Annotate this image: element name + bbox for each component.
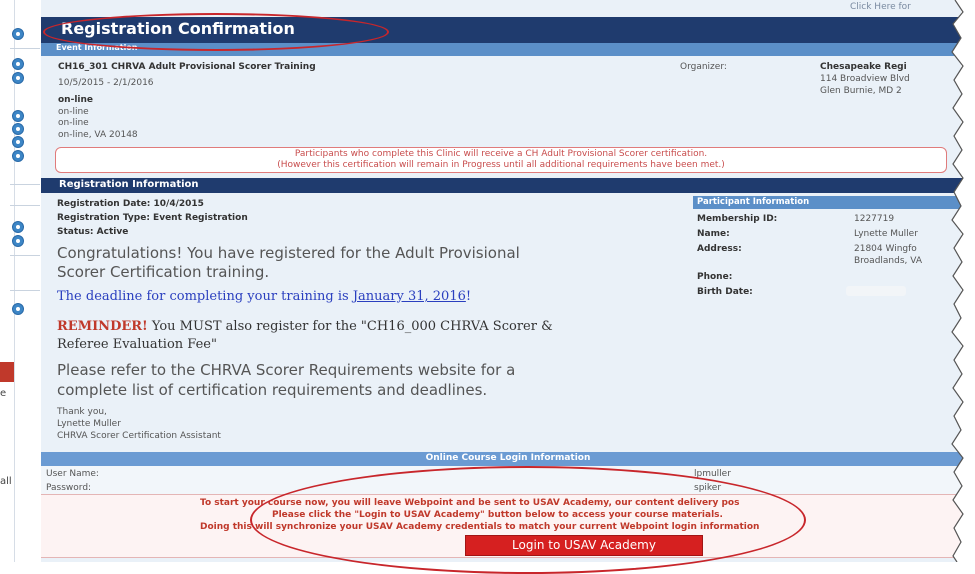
left-red-marker [0,362,14,382]
event-location-line: on-line [58,107,89,117]
expand-circle-icon[interactable] [12,235,24,247]
registration-date: Registration Date: 10/4/2015 [57,199,204,209]
expand-circle-icon[interactable] [12,136,24,148]
redacted-value [846,286,906,296]
course-start-text: Doing this will synchronize your USAV Ac… [200,522,760,532]
name-value: Lynette Muller [854,229,918,239]
registration-status: Status: Active [57,227,129,237]
deadline-prefix: The deadline for completing your trainin… [57,289,353,304]
signer-name: Lynette Muller [57,419,121,429]
credentials-area [41,466,975,494]
event-location-line: on-line [58,118,89,128]
event-location-line: on-line, VA 20148 [58,130,138,140]
membership-value: 1227719 [854,214,895,224]
online-course-label: Online Course Login Information [425,453,591,463]
signer-title: CHRVA Scorer Certification Assistant [57,431,221,441]
requirements-text: complete list of certification requireme… [57,381,488,399]
thanks-text: Thank you, [57,407,107,417]
address-label: Address: [697,244,742,254]
phone-label: Phone: [697,272,733,282]
name-label: Name: [697,229,730,239]
expand-circle-icon[interactable] [12,110,24,122]
membership-label: Membership ID: [697,214,778,224]
left-edge-text: e [0,388,7,399]
registration-type: Registration Type: Event Registration [57,213,248,223]
expand-circle-icon[interactable] [12,123,24,135]
event-location-title: on-line [58,95,94,105]
divider [10,290,40,291]
organizer-label: Organizer: [680,62,727,72]
left-edge-text: all [0,476,12,487]
divider [10,205,40,206]
congratulations-text: Congratulations! You have registered for… [57,244,520,262]
expand-circle-icon[interactable] [12,221,24,233]
page-title: Registration Confirmation [61,19,295,38]
deadline-date-link[interactable]: January 31, 2016 [353,289,466,304]
divider [10,184,40,185]
reminder-text: REMINDER! You MUST also register for the… [57,319,553,334]
event-info-label: Event Information [56,43,138,52]
congratulations-text: Scorer Certification training. [57,263,270,281]
divider [10,255,40,256]
reminder-label: REMINDER! [57,319,148,334]
course-start-text: Please click the "Login to USAV Academy"… [272,510,723,520]
birth-date-label: Birth Date: [697,287,753,297]
deadline-suffix: ! [465,289,472,304]
username-value: lpmuller [694,469,731,479]
login-usav-academy-button[interactable]: Login to USAV Academy [465,535,703,556]
expand-circle-icon[interactable] [12,58,24,70]
certification-notice: (However this certification will remain … [277,160,725,170]
expand-circle-icon[interactable] [12,303,24,315]
event-info-bar [41,43,975,56]
organizer-address: Glen Burnie, MD 2 [820,86,902,96]
reminder-body: Referee Evaluation Fee" [57,337,217,352]
participant-info-label: Participant Information [697,197,810,207]
certification-notice: Participants who complete this Clinic wi… [294,149,708,159]
organizer-name: Chesapeake Regi [820,62,907,72]
torn-edge [951,0,975,562]
organizer-address: 114 Broadview Blvd [820,74,910,84]
address-value: 21804 Wingfo [854,244,917,254]
expand-circle-icon[interactable] [12,150,24,162]
event-name: CH16_301 CHRVA Adult Provisional Scorer … [58,62,316,72]
password-value: spiker [694,483,722,493]
password-label: Password: [46,483,92,493]
reminder-body: You MUST also register for the "CH16_000… [147,319,553,334]
requirements-text: Please refer to the CHRVA Scorer Require… [57,361,516,379]
registration-info-label: Registration Information [59,179,199,190]
event-dates: 10/5/2015 - 2/1/2016 [58,78,154,88]
address-value: Broadlands, VA [854,256,922,266]
divider [10,48,40,49]
username-label: User Name: [46,469,99,479]
expand-circle-icon[interactable] [12,72,24,84]
expand-circle-icon[interactable] [12,28,24,40]
course-start-text: To start your course now, you will leave… [200,498,740,508]
deadline-text: The deadline for completing your trainin… [57,289,471,304]
